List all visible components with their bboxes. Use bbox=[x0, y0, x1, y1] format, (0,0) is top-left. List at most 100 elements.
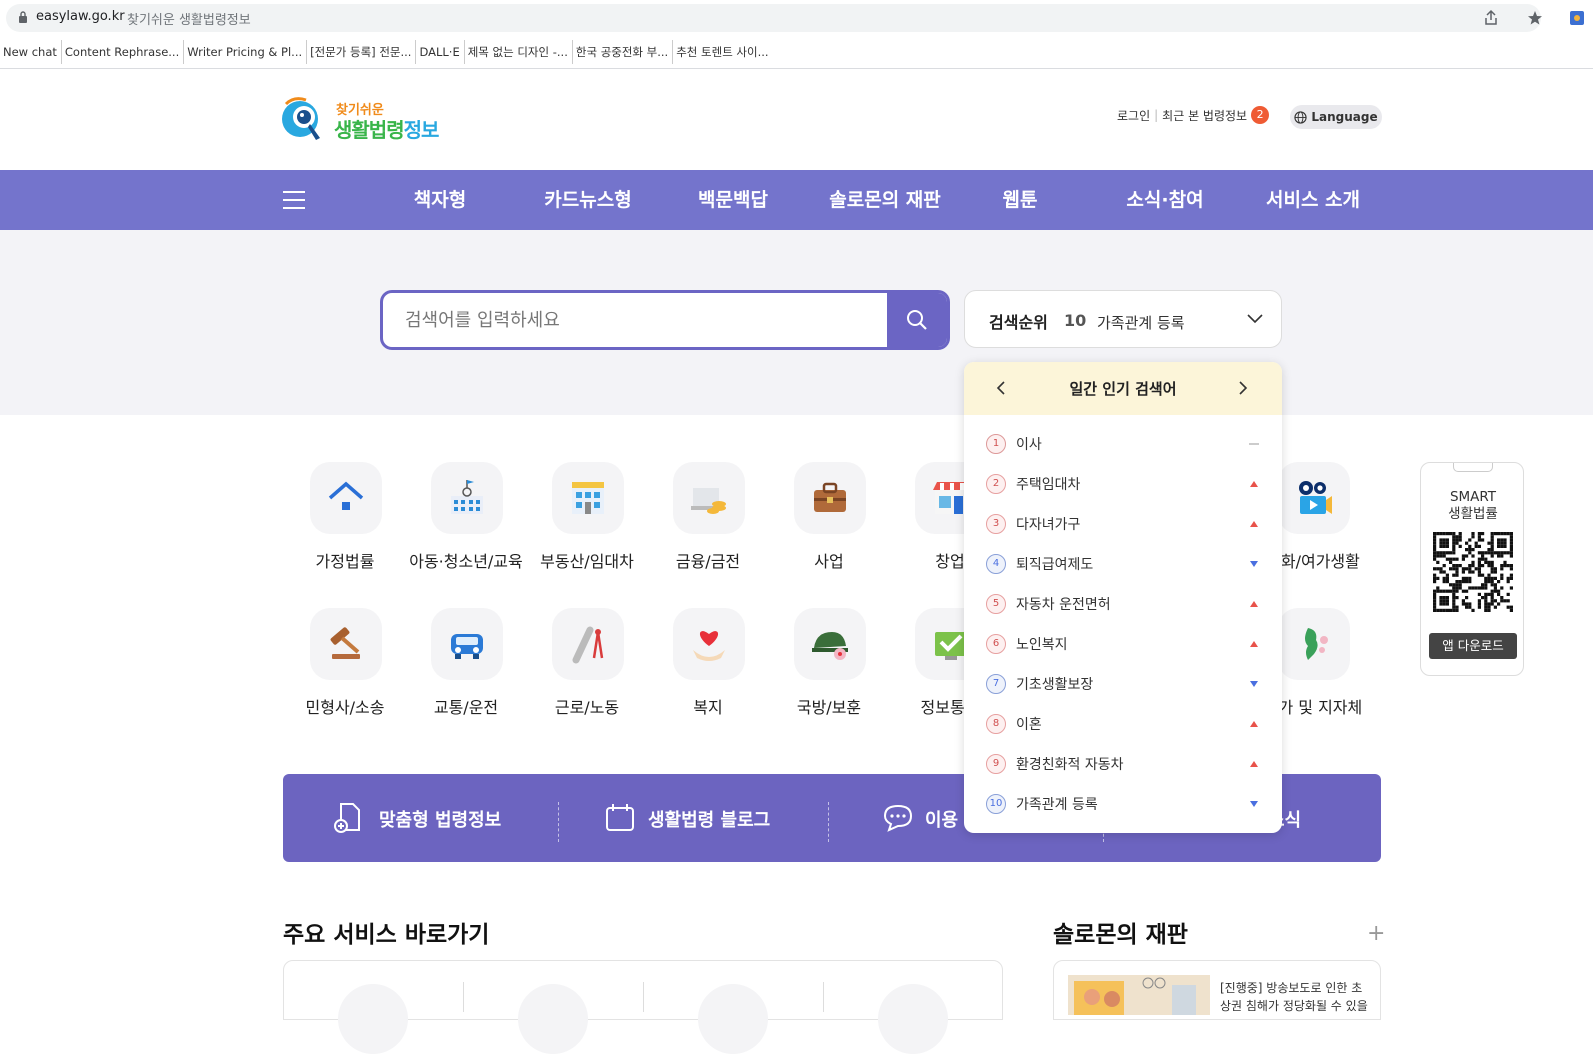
category-icon bbox=[691, 488, 726, 514]
search-rank-box[interactable]: 검색순위 10 가족관계 등록 bbox=[964, 290, 1282, 348]
bookmark-item[interactable]: 추천 토렌트 사이... bbox=[673, 40, 772, 64]
bookmark-item[interactable]: [전문가 등록] 전문... bbox=[307, 40, 417, 64]
category-tile[interactable] bbox=[673, 608, 745, 680]
rank-title: 검색순위 bbox=[989, 313, 1048, 332]
phone-notch bbox=[1453, 463, 1493, 472]
services-section-title: 주요 서비스 바로가기 bbox=[283, 922, 490, 948]
app-download-button[interactable]: 앱 다운로드 bbox=[1429, 633, 1517, 659]
dropdown-header: 일간 인기 검색어 bbox=[964, 362, 1282, 415]
ranking-item[interactable]: 8 이혼 bbox=[964, 704, 1282, 744]
trend-up-icon bbox=[1250, 641, 1258, 647]
chevron-right-icon[interactable] bbox=[1236, 380, 1250, 396]
rank-term: 이혼 bbox=[1016, 717, 1042, 733]
recent-count-badge: 2 bbox=[1251, 106, 1270, 124]
category-tile[interactable] bbox=[552, 608, 624, 680]
rank-term: 가족관계 등록 bbox=[1016, 797, 1098, 813]
service-shortcut-icon[interactable] bbox=[698, 984, 768, 1054]
solomon-thumbnail[interactable] bbox=[1068, 975, 1210, 1015]
rank-number-badge: 1 bbox=[986, 434, 1006, 454]
rank-number-badge: 7 bbox=[986, 674, 1006, 694]
nav-webtoon[interactable]: 웹툰 bbox=[990, 186, 1050, 214]
nav-booklet[interactable]: 책자형 bbox=[400, 186, 480, 214]
bookmark-star-icon[interactable] bbox=[1526, 9, 1544, 27]
quick-link-blog[interactable]: 생활법령 블로그 bbox=[648, 806, 770, 832]
service-shortcut-icon[interactable] bbox=[338, 984, 408, 1054]
bookmark-item[interactable]: DALL·E bbox=[416, 40, 465, 64]
bookmark-item[interactable]: Writer Pricing & Pl... bbox=[184, 40, 308, 64]
login-link[interactable]: 로그인 bbox=[1117, 107, 1150, 124]
category-tile[interactable] bbox=[431, 608, 503, 680]
category-icon bbox=[328, 481, 364, 510]
ranking-item[interactable]: 2 주택임대차 bbox=[964, 464, 1282, 504]
service-divider bbox=[823, 982, 824, 1012]
solomon-more-button[interactable]: + bbox=[1367, 923, 1385, 945]
ranking-item[interactable]: 4 퇴직급여제도 bbox=[964, 544, 1282, 584]
rank-number-badge: 8 bbox=[986, 714, 1006, 734]
rank-term: 퇴직급여제도 bbox=[1016, 557, 1094, 573]
nav-qna[interactable]: 백문백답 bbox=[683, 186, 783, 214]
category-tile[interactable] bbox=[310, 608, 382, 680]
category-icon bbox=[1299, 481, 1332, 514]
recent-link[interactable]: 최근 본 법령정보 bbox=[1162, 107, 1247, 124]
category-tile[interactable] bbox=[310, 462, 382, 534]
category-tile[interactable] bbox=[1278, 608, 1350, 680]
dropdown-title: 일간 인기 검색어 bbox=[1069, 380, 1177, 398]
utility-links: 로그인 | 최근 본 법령정보 2 bbox=[1117, 106, 1270, 124]
category-tile[interactable] bbox=[431, 462, 503, 534]
trend-up-icon bbox=[1250, 721, 1258, 727]
ranking-item[interactable]: 3 다자녀가구 bbox=[964, 504, 1282, 544]
ranking-item[interactable]: 1 이사 bbox=[964, 424, 1282, 464]
solomon-item-text[interactable]: [진행중] 방송보도로 인한 초상권 침해가 정당화될 수 있을 bbox=[1220, 979, 1370, 1015]
smart-app-title-line2: 생활법률 bbox=[1448, 506, 1498, 522]
bookmark-item[interactable]: Content Rephrase... bbox=[62, 40, 185, 64]
share-icon[interactable] bbox=[1482, 9, 1500, 27]
util-separator: | bbox=[1154, 108, 1159, 122]
bookmark-item[interactable]: New chat bbox=[0, 40, 62, 64]
globe-icon bbox=[1294, 110, 1308, 124]
category-icon bbox=[451, 634, 483, 659]
solomon-panel: [진행중] 방송보도로 인한 초상권 침해가 정당화될 수 있을 bbox=[1053, 960, 1381, 1020]
lock-icon bbox=[19, 11, 27, 23]
popular-search-dropdown: 일간 인기 검색어 1 이사 2 주택임대차 3 다자녀가구 4 퇴직급여제도 5 자동차 운전면… bbox=[964, 362, 1282, 833]
chevron-down-icon[interactable] bbox=[1247, 313, 1263, 325]
service-shortcut-icon[interactable] bbox=[878, 984, 948, 1054]
ranking-item[interactable]: 5 자동차 운전면허 bbox=[964, 584, 1282, 624]
quick-link-usage[interactable]: 이용 bbox=[925, 806, 958, 832]
nav-news[interactable]: 소식·참여 bbox=[1115, 186, 1215, 214]
trend-down-icon bbox=[1250, 561, 1258, 567]
category-tile[interactable] bbox=[552, 462, 624, 534]
search-button[interactable] bbox=[887, 293, 947, 347]
category-icon bbox=[572, 482, 604, 514]
category-tile[interactable] bbox=[794, 462, 866, 534]
category-tile[interactable] bbox=[673, 462, 745, 534]
search-input[interactable] bbox=[405, 306, 885, 334]
category-icon bbox=[572, 626, 604, 664]
bookmark-item[interactable]: 한국 공중전화 부... bbox=[573, 40, 674, 64]
rank-number-badge: 4 bbox=[986, 554, 1006, 574]
category-tile[interactable] bbox=[794, 608, 866, 680]
category-icon bbox=[330, 627, 360, 659]
language-button[interactable]: Language bbox=[1290, 105, 1382, 129]
category-tile[interactable] bbox=[1278, 462, 1350, 534]
calendar-icon bbox=[606, 804, 634, 831]
trend-up-icon bbox=[1250, 601, 1258, 607]
nav-about[interactable]: 서비스 소개 bbox=[1248, 186, 1378, 214]
quick-link-custom-law[interactable]: 맞춤형 법령정보 bbox=[379, 806, 501, 832]
trend-up-icon bbox=[1250, 481, 1258, 487]
ranking-item[interactable]: 6 노인복지 bbox=[964, 624, 1282, 664]
rank-term: 주택임대차 bbox=[1016, 477, 1081, 493]
logo-title-b: 정보 bbox=[403, 118, 440, 142]
ranking-item[interactable]: 10 가족관계 등록 bbox=[964, 784, 1282, 824]
ranking-item[interactable]: 7 기초생활보장 bbox=[964, 664, 1282, 704]
logo-title: 생활법령정보 bbox=[334, 114, 440, 143]
trend-up-icon bbox=[1250, 521, 1258, 527]
extension-icon[interactable] bbox=[1570, 9, 1584, 27]
nav-solomon[interactable]: 솔로몬의 재판 bbox=[810, 186, 960, 214]
bookmark-item[interactable]: 제목 없는 디자인 -... bbox=[465, 40, 573, 64]
service-shortcut-icon[interactable] bbox=[518, 984, 588, 1054]
nav-cardnews[interactable]: 카드뉴스형 bbox=[528, 186, 648, 214]
ranking-item[interactable]: 9 환경친화적 자동차 bbox=[964, 744, 1282, 784]
url-host[interactable]: easylaw.go.kr bbox=[36, 9, 125, 24]
hamburger-menu-icon[interactable] bbox=[283, 191, 305, 209]
category-icon bbox=[812, 632, 848, 660]
